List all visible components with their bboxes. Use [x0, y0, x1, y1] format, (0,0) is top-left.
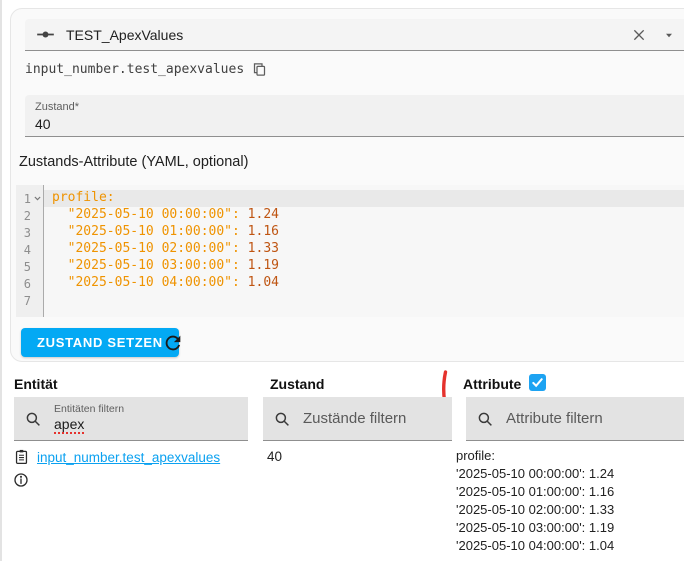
line-number: 3	[16, 226, 31, 240]
copy-icon[interactable]	[252, 62, 267, 77]
editor-gutter: 1 2 3 4 5 6 7	[16, 185, 44, 317]
yaml-editor: 1 2 3 4 5 6 7 profile: "2025-05-10 00:00…	[16, 185, 684, 317]
page-left-border	[0, 0, 2, 561]
search-icon	[476, 410, 494, 428]
line-number: 4	[16, 243, 31, 257]
attribute-line: '2025-05-10 02:00:00': 1.33	[456, 501, 682, 519]
search-icon	[273, 410, 291, 428]
line-number: 5	[16, 260, 31, 274]
line-number: 1	[16, 192, 31, 206]
entity-picker[interactable]: TEST_ApexValues	[25, 19, 684, 51]
code-line	[44, 292, 684, 309]
line-number: 6	[16, 277, 31, 291]
state-input-label: Zustand*	[35, 101, 684, 113]
state-input-value: 40	[35, 116, 684, 132]
entity-picker-value: TEST_ApexValues	[66, 27, 631, 43]
state-cell: 40	[267, 449, 282, 464]
state-input[interactable]: Zustand* 40	[25, 95, 684, 137]
state-filter-input[interactable]: Zustände filtern	[263, 397, 452, 441]
attribute-filter-input[interactable]: Attribute filtern	[466, 397, 684, 441]
column-header-attributes: Attribute	[463, 376, 521, 392]
attributes-section-label: Zustands-Attribute (YAML, optional)	[19, 154, 248, 170]
refresh-icon[interactable]	[161, 331, 185, 355]
attribute-line: '2025-05-10 03:00:00': 1.19	[456, 519, 682, 537]
attribute-line: '2025-05-10 01:00:00': 1.16	[456, 483, 682, 501]
code-line: "2025-05-10 03:00:00": 1.19	[44, 258, 684, 275]
attribute-line: '2025-05-10 00:00:00': 1.24	[456, 465, 682, 483]
attribute-line: profile:	[456, 447, 682, 465]
code-line: "2025-05-10 00:00:00": 1.24	[44, 207, 684, 224]
set-state-card: TEST_ApexValues input_number.test_apexva…	[10, 8, 684, 362]
entity-filter-input[interactable]: Entitäten filtern apex	[14, 397, 248, 441]
copy-to-clipboard-icon[interactable]	[13, 448, 30, 466]
entity-filter-value: apex	[54, 416, 84, 434]
code-line: "2025-05-10 04:00:00": 1.04	[44, 275, 684, 292]
line-number: 2	[16, 209, 31, 223]
editor-content[interactable]: profile: "2025-05-10 00:00:00": 1.24 "20…	[44, 185, 684, 317]
attribute-filter-placeholder: Attribute filtern	[506, 410, 603, 427]
state-filter-placeholder: Zustände filtern	[303, 410, 406, 427]
clear-icon[interactable]	[631, 27, 647, 43]
show-attributes-checkbox[interactable]	[529, 374, 546, 391]
entity-id-text: input_number.test_apexvalues	[25, 62, 244, 77]
attributes-cell: profile: '2025-05-10 00:00:00': 1.24 '20…	[456, 447, 682, 555]
search-icon	[24, 410, 42, 428]
info-icon[interactable]	[13, 472, 29, 488]
attribute-line: '2025-05-10 04:00:00': 1.04	[456, 537, 682, 555]
line-number: 7	[16, 294, 31, 308]
chevron-down-icon[interactable]	[663, 29, 675, 41]
column-header-entity: Entität	[14, 376, 58, 392]
entity-row-link[interactable]: input_number.test_apexvalues	[37, 450, 220, 465]
column-header-state: Zustand	[270, 376, 324, 392]
fold-chevron-icon[interactable]	[31, 194, 43, 203]
code-line: "2025-05-10 01:00:00": 1.16	[44, 224, 684, 241]
code-line: "2025-05-10 02:00:00": 1.33	[44, 241, 684, 258]
entity-filter-label: Entitäten filtern	[54, 403, 124, 415]
set-state-button[interactable]: ZUSTAND SETZEN	[21, 328, 179, 357]
code-line: profile:	[44, 190, 684, 207]
ray-vertex-icon	[35, 24, 56, 45]
